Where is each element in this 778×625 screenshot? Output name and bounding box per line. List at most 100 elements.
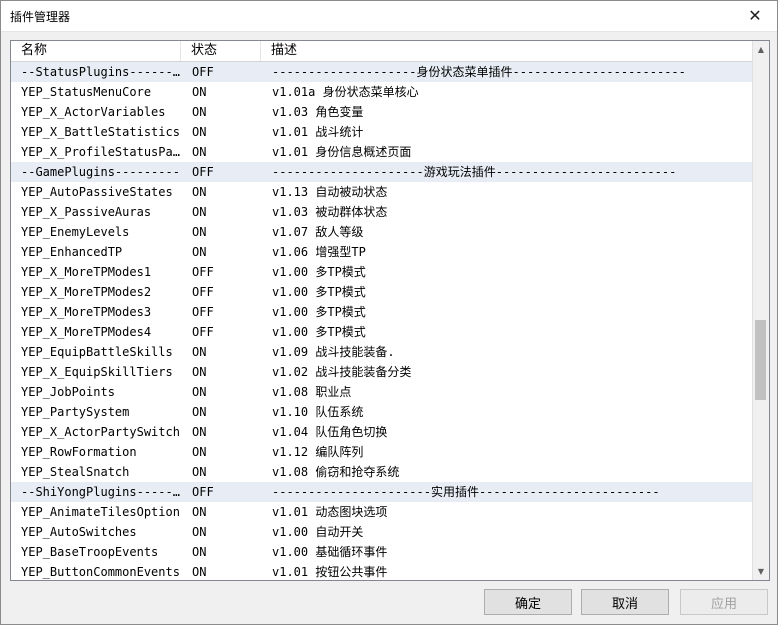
plugin-name-cell: YEP_StealSnatch xyxy=(21,465,130,479)
column-header-name[interactable]: 名称 xyxy=(11,41,181,61)
plugin-status-cell: ON xyxy=(192,105,207,119)
plugin-row[interactable]: YEP_AnimateTilesOption ON v1.01 动态图块选项 xyxy=(11,502,753,522)
plugin-name-cell: YEP_RowFormation xyxy=(21,445,137,459)
plugin-row[interactable]: YEP_X_EquipSkillTiers ON v1.02 战斗技能装备分类 xyxy=(11,362,753,382)
plugin-name-cell: YEP_X_BattleStatistics xyxy=(21,125,180,139)
close-icon[interactable]: ✕ xyxy=(732,0,778,31)
plugin-name-cell: YEP_X_ActorVariables xyxy=(21,105,166,119)
plugin-description-cell: ---------------------游戏玩法插件-------------… xyxy=(272,165,677,179)
plugin-status-cell: ON xyxy=(192,205,207,219)
plugin-row[interactable]: YEP_JobPoints ON v1.08 职业点 xyxy=(11,382,753,402)
plugin-description-cell: v1.10 队伍系统 xyxy=(272,405,364,419)
plugin-status-cell: ON xyxy=(192,465,207,479)
plugin-row[interactable]: YEP_BaseTroopEvents ON v1.00 基础循环事件 xyxy=(11,542,753,562)
plugin-row[interactable]: YEP_EnemyLevels ON v1.07 敌人等级 xyxy=(11,222,753,242)
scrollbar-thumb[interactable] xyxy=(755,320,766,400)
plugin-name-cell: YEP_X_PassiveAuras xyxy=(21,205,152,219)
plugin-description-cell: v1.04 队伍角色切换 xyxy=(272,425,388,439)
plugin-name-cell: YEP_X_MoreTPModes2 xyxy=(21,285,152,299)
plugin-description-cell: ----------------------实用插件--------------… xyxy=(272,485,660,499)
plugin-name-cell: --StatusPlugins------------ xyxy=(21,65,181,79)
cancel-button[interactable]: 取消 xyxy=(581,589,669,615)
plugin-status-cell: ON xyxy=(192,405,207,419)
plugin-row[interactable]: YEP_AutoSwitches ON v1.00 自动开关 xyxy=(11,522,753,542)
plugin-row[interactable]: YEP_X_PassiveAuras ON v1.03 被动群体状态 xyxy=(11,202,753,222)
plugin-status-cell: OFF xyxy=(192,325,214,339)
plugin-description-cell: v1.00 多TP模式 xyxy=(272,325,366,339)
plugin-row[interactable]: YEP_X_MoreTPModes1 OFF v1.00 多TP模式 xyxy=(11,262,753,282)
plugin-description-cell: v1.01a 身份状态菜单核心 xyxy=(272,85,419,99)
column-header-status[interactable]: 状态 xyxy=(181,41,261,61)
arrow-up-icon[interactable]: ▲ xyxy=(753,41,769,58)
plugin-row[interactable]: YEP_PartySystem ON v1.10 队伍系统 xyxy=(11,402,753,422)
plugin-status-cell: ON xyxy=(192,245,207,259)
apply-button[interactable]: 应用 xyxy=(680,589,768,615)
list-header: 名称 状态 描述 xyxy=(11,41,753,62)
plugin-row[interactable]: YEP_X_BattleStatistics ON v1.01 战斗统计 xyxy=(11,122,753,142)
arrow-down-icon[interactable]: ▼ xyxy=(753,563,769,580)
plugin-status-cell: OFF xyxy=(192,265,214,279)
ok-button[interactable]: 确定 xyxy=(484,589,572,615)
plugin-row[interactable]: YEP_EquipBattleSkills ON v1.09 战斗技能装备. xyxy=(11,342,753,362)
plugin-status-cell: ON xyxy=(192,445,207,459)
plugin-name-cell: YEP_EnemyLevels xyxy=(21,225,130,239)
plugin-row[interactable]: YEP_X_MoreTPModes2 OFF v1.00 多TP模式 xyxy=(11,282,753,302)
plugin-status-cell: ON xyxy=(192,545,207,559)
plugin-name-cell: YEP_AutoPassiveStates xyxy=(21,185,173,199)
plugin-description-cell: v1.02 战斗技能装备分类 xyxy=(272,365,412,379)
plugin-description-cell: v1.00 基础循环事件 xyxy=(272,545,388,559)
title-bar: 插件管理器 ✕ xyxy=(0,0,778,32)
plugin-status-cell: ON xyxy=(192,525,207,539)
plugin-row[interactable]: YEP_EnhancedTP ON v1.06 增强型TP xyxy=(11,242,753,262)
plugin-description-cell: v1.08 职业点 xyxy=(272,385,352,399)
plugin-description-cell: --------------------身份状态菜单插件------------… xyxy=(272,65,686,79)
plugin-description-cell: v1.07 敌人等级 xyxy=(272,225,364,239)
plugin-name-cell: --GamePlugins--------- xyxy=(21,165,180,179)
plugin-row[interactable]: YEP_AutoPassiveStates ON v1.13 自动被动状态 xyxy=(11,182,753,202)
plugin-row[interactable]: --ShiYongPlugins------- OFF --------------… xyxy=(11,482,753,502)
plugin-status-cell: OFF xyxy=(192,285,214,299)
plugin-row[interactable]: YEP_X_MoreTPModes4 OFF v1.00 多TP模式 xyxy=(11,322,753,342)
plugin-status-cell: ON xyxy=(192,385,207,399)
plugin-name-cell: YEP_PartySystem xyxy=(21,405,130,419)
plugin-row[interactable]: YEP_StealSnatch ON v1.08 偷窃和抢夺系统 xyxy=(11,462,753,482)
plugin-list[interactable]: 名称 状态 描述 --StatusPlugins------------ OFF -… xyxy=(10,40,770,581)
plugin-description-cell: v1.09 战斗技能装备. xyxy=(272,345,395,359)
column-header-description[interactable]: 描述 xyxy=(261,41,753,61)
plugin-status-cell: ON xyxy=(192,85,207,99)
plugin-description-cell: v1.00 多TP模式 xyxy=(272,305,366,319)
plugin-description-cell: v1.12 编队阵列 xyxy=(272,445,364,459)
plugin-status-cell: ON xyxy=(192,365,207,379)
plugin-description-cell: v1.01 战斗统计 xyxy=(272,125,364,139)
plugin-description-cell: v1.00 多TP模式 xyxy=(272,285,366,299)
plugin-row[interactable]: YEP_RowFormation ON v1.12 编队阵列 xyxy=(11,442,753,462)
plugin-row[interactable]: --StatusPlugins------------ OFF ----------… xyxy=(11,62,753,82)
plugin-rows: --StatusPlugins------------ OFF ----------… xyxy=(11,62,753,580)
plugin-description-cell: v1.01 动态图块选项 xyxy=(272,505,388,519)
plugin-row[interactable]: YEP_X_ActorPartySwitch ON v1.04 队伍角色切换 xyxy=(11,422,753,442)
plugin-name-cell: YEP_X_MoreTPModes1 xyxy=(21,265,152,279)
plugin-description-cell: v1.01 按钮公共事件 xyxy=(272,565,388,579)
plugin-status-cell: ON xyxy=(192,345,207,359)
plugin-status-cell: ON xyxy=(192,145,207,159)
plugin-name-cell: YEP_StatusMenuCore xyxy=(21,85,152,99)
plugin-description-cell: v1.01 身份信息概述页面 xyxy=(272,145,412,159)
plugin-name-cell: YEP_JobPoints xyxy=(21,385,115,399)
plugin-row[interactable]: YEP_ButtonCommonEvents ON v1.01 按钮公共事件 xyxy=(11,562,753,580)
plugin-row[interactable]: YEP_X_MoreTPModes3 OFF v1.00 多TP模式 xyxy=(11,302,753,322)
plugin-description-cell: v1.03 角色变量 xyxy=(272,105,364,119)
plugin-status-cell: OFF xyxy=(192,305,214,319)
plugin-row[interactable]: YEP_StatusMenuCore ON v1.01a 身份状态菜单核心 xyxy=(11,82,753,102)
plugin-row[interactable]: --GamePlugins--------- OFF ---------------… xyxy=(11,162,753,182)
plugin-description-cell: v1.08 偷窃和抢夺系统 xyxy=(272,465,400,479)
plugin-row[interactable]: YEP_X_ProfileStatusPage ON v1.01 身份信息概述页面 xyxy=(11,142,753,162)
plugin-name-cell: YEP_EnhancedTP xyxy=(21,245,123,259)
plugin-description-cell: v1.13 自动被动状态 xyxy=(272,185,388,199)
plugin-name-cell: YEP_X_ActorPartySwitch xyxy=(21,425,180,439)
plugin-name-cell: YEP_AutoSwitches xyxy=(21,525,137,539)
plugin-name-cell: YEP_AnimateTilesOption xyxy=(21,505,180,519)
plugin-name-cell: YEP_BaseTroopEvents xyxy=(21,545,159,559)
vertical-scrollbar[interactable]: ▲ ▼ xyxy=(752,41,769,580)
plugin-status-cell: ON xyxy=(192,225,207,239)
plugin-row[interactable]: YEP_X_ActorVariables ON v1.03 角色变量 xyxy=(11,102,753,122)
